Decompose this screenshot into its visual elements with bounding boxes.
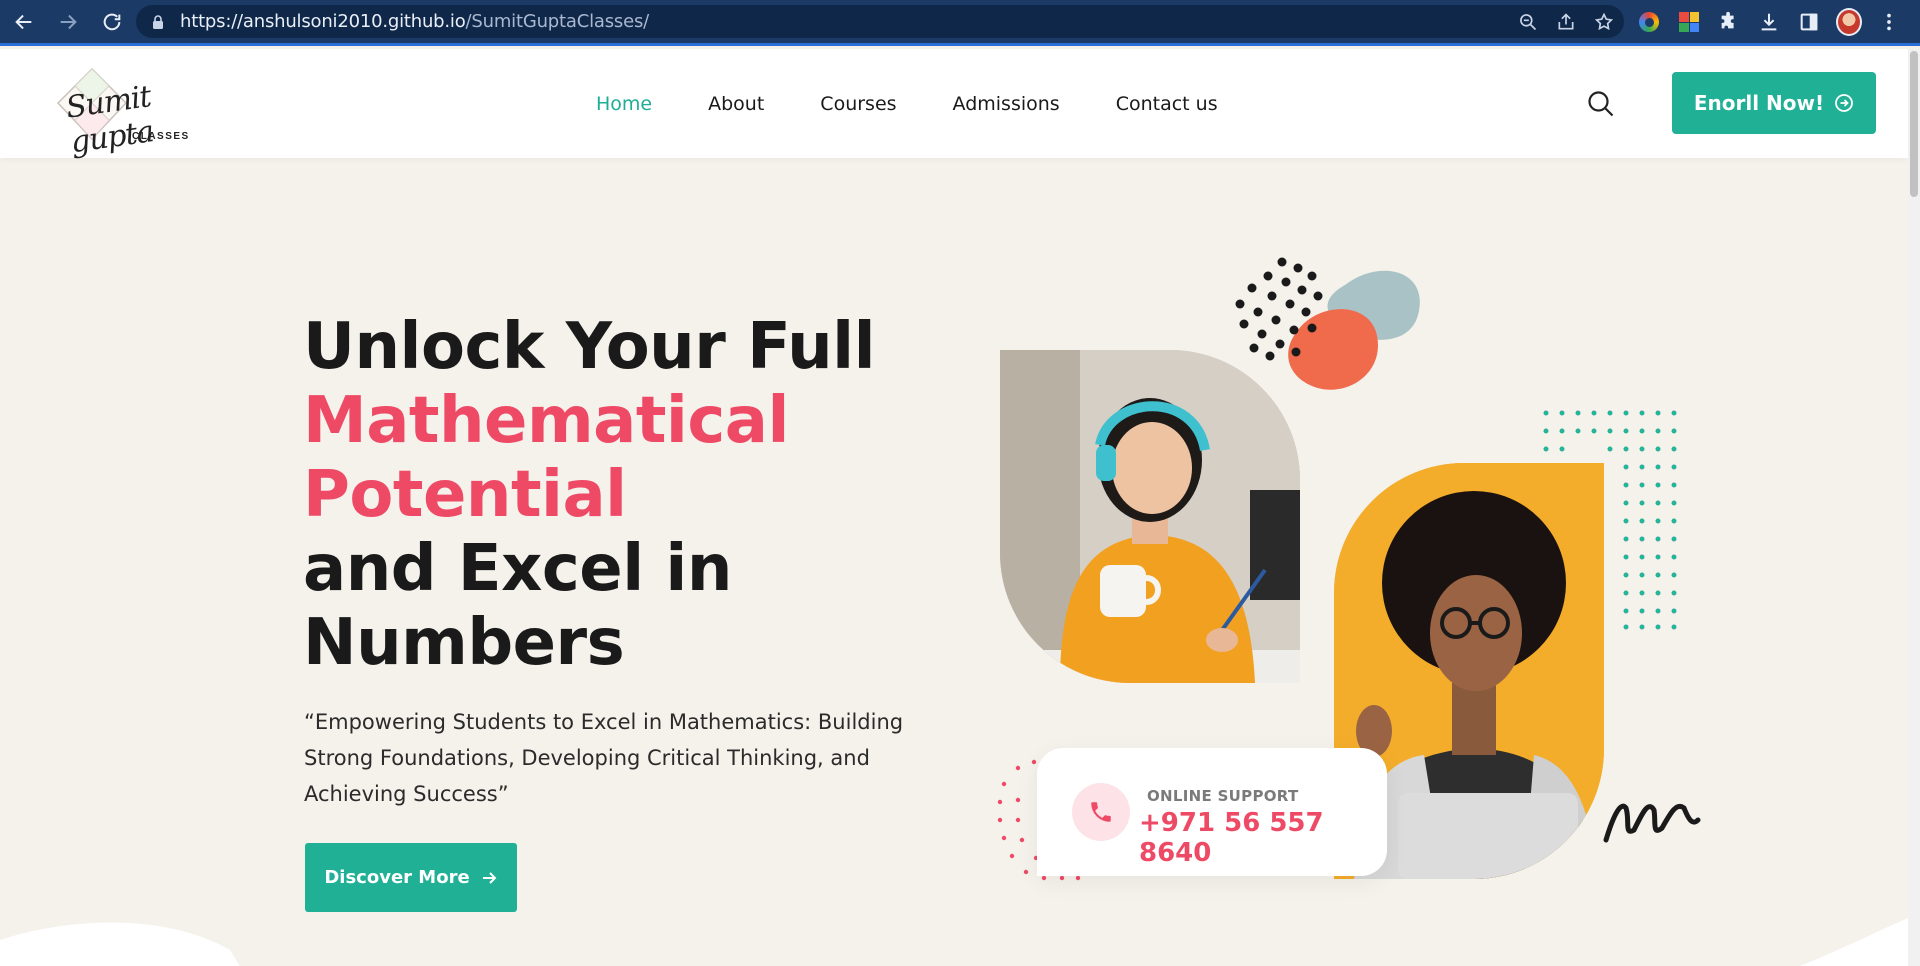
site-header: Sumit gupta CLASSES Home About Courses A…	[0, 49, 1908, 160]
support-phone-number[interactable]: +971 56 557 8640	[1139, 808, 1387, 868]
hero-title: Unlock Your Full Mathematical Potential …	[303, 310, 876, 680]
online-support-card: ONLINE SUPPORT +971 56 557 8640	[1037, 748, 1387, 876]
black-dot-cluster	[1235, 257, 1323, 361]
nav-about[interactable]: About	[708, 93, 764, 115]
share-icon[interactable]	[1556, 12, 1576, 32]
hero-bottom-wave	[0, 918, 1908, 966]
side-panel-icon[interactable]	[1796, 9, 1822, 35]
browser-toolbar: https://anshulsoni2010.github.io/SumitGu…	[0, 0, 1920, 46]
pink-dot-arc	[997, 759, 1081, 881]
phone-icon	[1072, 783, 1130, 841]
teal-dot-grid	[1543, 410, 1677, 630]
lock-icon	[153, 14, 163, 29]
arrow-circle-right-icon	[1835, 94, 1854, 112]
hero-title-line-4: and Excel in	[303, 532, 732, 606]
online-support-label: ONLINE SUPPORT	[1147, 787, 1299, 805]
scrollbar-thumb[interactable]	[1910, 51, 1918, 197]
student-woman-photo	[1000, 350, 1300, 683]
enroll-now-button[interactable]: Enorll Now!	[1672, 72, 1876, 134]
nav-contact-us[interactable]: Contact us	[1116, 93, 1218, 115]
menu-kebab-icon[interactable]	[1876, 9, 1902, 35]
discover-more-button[interactable]: Discover More	[305, 843, 517, 912]
logo-subtitle: CLASSES	[132, 131, 190, 142]
star-icon[interactable]	[1594, 12, 1614, 32]
nav-admissions[interactable]: Admissions	[953, 93, 1060, 115]
hero-title-line-1: Unlock Your Full	[303, 310, 876, 384]
site-logo[interactable]: Sumit gupta CLASSES	[52, 63, 207, 160]
enroll-now-label: Enorll Now!	[1693, 91, 1825, 115]
hero-description: “Empowering Students to Excel in Mathema…	[304, 710, 904, 806]
hero-title-line-5: Numbers	[303, 606, 625, 680]
palette-extension-icon[interactable]	[1676, 9, 1702, 35]
color-picker-extension-icon[interactable]	[1636, 9, 1662, 35]
nav-courses[interactable]: Courses	[820, 93, 896, 115]
url-domain: https://anshulsoni2010.github.io	[180, 11, 466, 32]
back-icon[interactable]	[4, 2, 44, 42]
arrow-right-icon	[482, 871, 497, 884]
profile-avatar[interactable]	[1836, 8, 1862, 36]
forward-icon[interactable]	[48, 2, 88, 42]
search-icon[interactable]	[1586, 89, 1616, 119]
url-path: /SumitGuptaClasses/	[465, 11, 650, 32]
main-navigation: Home About Courses Admissions Contact us	[596, 49, 1218, 158]
download-icon[interactable]	[1756, 9, 1782, 35]
address-bar[interactable]: https://anshulsoni2010.github.io/SumitGu…	[136, 5, 1624, 38]
extensions-puzzle-icon[interactable]	[1716, 9, 1742, 35]
nav-home[interactable]: Home	[596, 93, 652, 115]
hero-title-accent-1: Mathematical	[303, 384, 789, 458]
discover-more-label: Discover More	[324, 867, 470, 888]
page-scrollbar[interactable]	[1908, 49, 1920, 966]
hero-title-accent-2: Potential	[303, 458, 627, 532]
student-man-photo	[1334, 463, 1604, 879]
zoom-icon[interactable]	[1518, 12, 1538, 32]
reload-icon[interactable]	[92, 2, 132, 42]
url-text: https://anshulsoni2010.github.io/SumitGu…	[180, 11, 649, 32]
